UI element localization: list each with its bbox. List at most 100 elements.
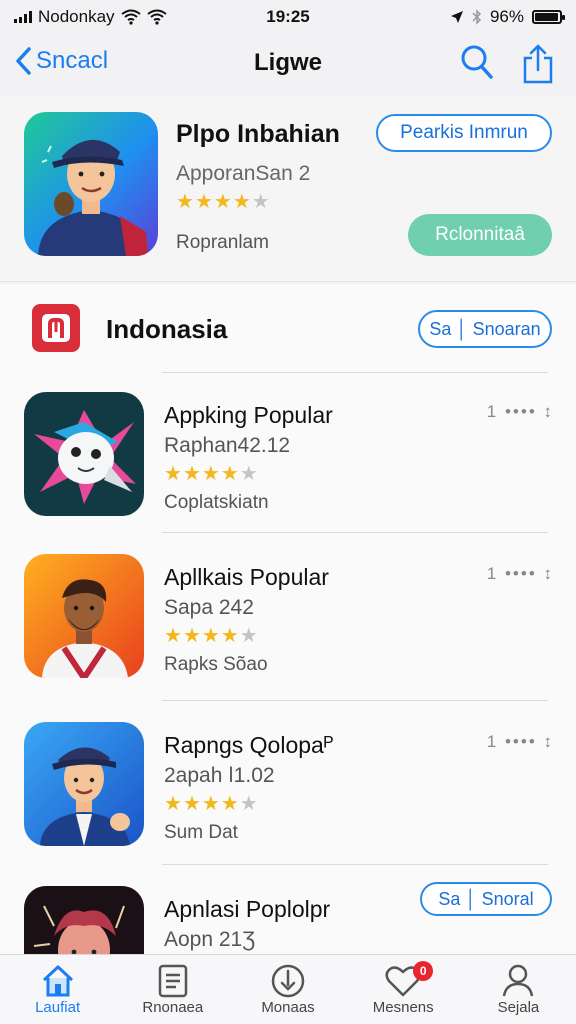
divider xyxy=(162,700,548,701)
divider xyxy=(162,532,548,533)
section-title: Indonasia xyxy=(106,314,228,344)
featured-app-icon[interactable] xyxy=(24,112,158,256)
app-developer: Rapks Sõao xyxy=(164,654,268,675)
app-name: Apnlasi Poplolpr xyxy=(164,896,331,922)
status-bar: Nodonkay 19:25 96% xyxy=(0,0,576,34)
star-icon: ★ xyxy=(239,463,258,485)
app-developer: Sum Dat xyxy=(164,822,238,843)
back-button[interactable]: Sncacl xyxy=(14,46,108,76)
bluetooth-icon xyxy=(472,9,482,25)
tab-label: Sejala xyxy=(497,999,540,1016)
app-name: Rapngs Qolopaᴾ xyxy=(164,732,334,758)
app-subtitle: Aopn 21Ʒ xyxy=(164,928,256,951)
featured-primary-button[interactable]: Pearkis Inmrun xyxy=(376,114,552,152)
tab-label: Laufiat xyxy=(35,999,81,1016)
tab-compass[interactable]: Monaas xyxy=(230,955,345,1024)
tab-bar: Laufiat Rnonaea Monaas 0 Mesnens Sejala xyxy=(0,954,576,1024)
star-icon: ★ xyxy=(176,191,194,213)
list-item[interactable]: Apnlasi Poplolpr Aopn 21Ʒ Sa │ Snoral xyxy=(0,866,576,954)
nav-bar: Sncacl Ligwe xyxy=(0,34,576,94)
wifi-icon xyxy=(120,9,141,25)
star-icon: ★ xyxy=(182,625,201,647)
app-icon[interactable] xyxy=(24,554,144,678)
star-rating: ★ ★ ★ ★ ★ xyxy=(176,192,270,212)
app-list: Appking Popular Raphan42.12 ★ ★ ★ ★ ★ Coplat… xyxy=(0,372,576,954)
featured-install-button[interactable]: Rclonnitaâ xyxy=(408,214,552,256)
list-item[interactable]: Appking Popular Raphan42.12 ★ ★ ★ ★ ★ Coplat… xyxy=(0,372,576,540)
sparkle-creature-icon xyxy=(24,392,144,516)
more-options-button[interactable]: 1 •••• ↕ xyxy=(487,402,554,422)
star-icon: ★ xyxy=(201,463,220,485)
tab-list[interactable]: Rnonaea xyxy=(115,955,230,1024)
logo-glyph-icon xyxy=(42,314,70,342)
home-icon xyxy=(42,965,73,997)
compass-icon xyxy=(271,964,305,998)
featured-app-developer: Ropranlam xyxy=(176,232,269,253)
avatar-icon xyxy=(24,112,158,256)
carrier-label: Nodonkay xyxy=(38,7,115,26)
star-icon: ★ xyxy=(182,463,201,485)
app-subtitle: 2apah ǀ1.02 xyxy=(164,764,275,787)
person-icon xyxy=(503,964,534,997)
star-icon: ★ xyxy=(220,793,239,815)
avatar-icon xyxy=(24,554,144,678)
section-header: Indonasia Sa │ Snoaran xyxy=(0,284,576,372)
star-icon: ★ xyxy=(164,463,182,485)
share-button[interactable] xyxy=(522,44,554,89)
app-name: Apllkais Popular xyxy=(164,564,329,590)
star-icon: ★ xyxy=(182,793,201,815)
star-icon: ★ xyxy=(201,625,220,647)
tab-home[interactable]: Laufiat xyxy=(0,955,115,1024)
app-icon[interactable] xyxy=(24,886,144,954)
list-icon xyxy=(158,964,188,998)
star-icon: ★ xyxy=(220,463,239,485)
battery-percent: 96% xyxy=(489,7,524,26)
app-icon[interactable] xyxy=(24,392,144,516)
location-icon xyxy=(450,11,463,23)
battery-icon xyxy=(532,10,565,24)
brand-logo-icon xyxy=(32,304,80,352)
star-rating: ★ ★ ★ ★ ★ xyxy=(164,794,258,814)
star-icon: ★ xyxy=(239,793,258,815)
wifi-icon xyxy=(146,9,167,25)
star-icon: ★ xyxy=(213,191,232,213)
see-all-button[interactable]: Sa │ Snoaran xyxy=(418,310,552,348)
tab-label: Mesnens xyxy=(372,999,434,1016)
notification-badge: 0 xyxy=(413,961,434,981)
star-rating: ★ ★ ★ ★ ★ xyxy=(164,626,258,646)
app-developer: Coplatskiatn xyxy=(164,492,269,513)
tab-messages[interactable]: 0 Mesnens xyxy=(346,955,461,1024)
featured-app-card[interactable]: Plpo Inbahian ApporanSan 2 ★ ★ ★ ★ ★ Ropranl… xyxy=(0,96,576,282)
chevron-left-icon xyxy=(16,47,31,75)
back-label: Sncacl xyxy=(36,47,109,74)
star-icon: ★ xyxy=(232,191,251,213)
star-rating: ★ ★ ★ ★ ★ xyxy=(164,464,258,484)
avatar-icon xyxy=(24,886,144,954)
star-icon: ★ xyxy=(239,625,258,647)
featured-app-subtitle: ApporanSan 2 xyxy=(176,162,311,185)
tab-profile[interactable]: Sejala xyxy=(461,955,576,1024)
signal-icon xyxy=(14,11,32,23)
app-subtitle: Raphan42.12 xyxy=(164,434,291,457)
divider xyxy=(162,864,548,865)
app-subtitle: Sapa 242 xyxy=(164,596,254,619)
status-time: 19:25 xyxy=(266,7,310,26)
avatar-icon xyxy=(24,722,144,846)
more-options-button[interactable]: 1 •••• ↕ xyxy=(487,732,554,752)
star-icon: ★ xyxy=(164,625,182,647)
search-button[interactable] xyxy=(460,44,494,89)
share-icon xyxy=(523,44,553,84)
app-name: Appking Popular xyxy=(164,402,333,428)
featured-app-name: Plpo Inbahian xyxy=(176,120,340,148)
battery-level xyxy=(535,13,559,21)
star-icon: ★ xyxy=(251,191,270,213)
star-icon: ★ xyxy=(164,793,182,815)
star-icon: ★ xyxy=(194,191,213,213)
app-icon[interactable] xyxy=(24,722,144,846)
tab-label: Rnonaea xyxy=(142,999,204,1016)
star-icon: ★ xyxy=(201,793,220,815)
list-item[interactable]: Apllkais Popular Sapa 242 ★ ★ ★ ★ ★ Rapks Sõ… xyxy=(0,534,576,702)
more-options-button[interactable]: 1 •••• ↕ xyxy=(487,564,554,584)
list-item[interactable]: Rapngs Qolopaᴾ 2apah ǀ1.02 ★ ★ ★ ★ ★ Sum Dat… xyxy=(0,702,576,870)
get-button[interactable]: Sa │ Snoral xyxy=(420,882,552,916)
